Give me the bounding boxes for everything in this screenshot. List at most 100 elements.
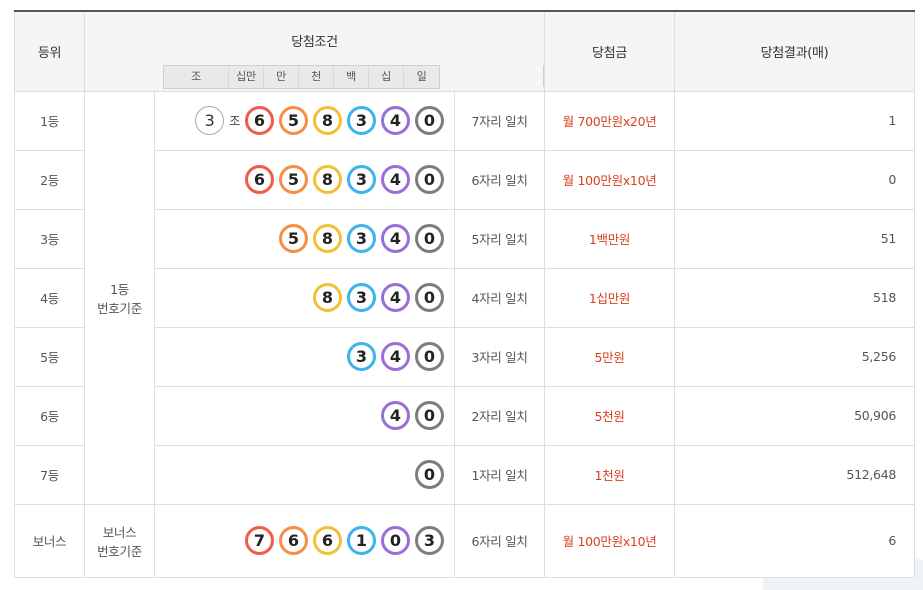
digit-label-jo: 조 bbox=[164, 66, 229, 88]
prize-cell: 1천원 bbox=[544, 444, 676, 505]
group-label-line: 1등 bbox=[110, 281, 129, 297]
group-cell-first-prize: 1등 번호기준 bbox=[84, 90, 155, 505]
number-ball: 5 bbox=[279, 106, 308, 135]
balls-cell: 766103 bbox=[154, 503, 455, 578]
number-ball: 8 bbox=[313, 224, 342, 253]
header-rank: 등위 bbox=[14, 10, 85, 92]
balls-cell: 58340 bbox=[154, 208, 455, 269]
number-ball: 1 bbox=[347, 526, 376, 555]
count-cell: 50,906 bbox=[674, 385, 916, 446]
rank-cell: 4등 bbox=[14, 267, 85, 328]
number-ball: 5 bbox=[279, 224, 308, 253]
match-cell: 2자리 일치 bbox=[453, 385, 546, 446]
match-cell: 3자리 일치 bbox=[453, 326, 546, 387]
number-ball: 3 bbox=[347, 165, 376, 194]
number-ball: 0 bbox=[415, 165, 444, 194]
number-ball: 0 bbox=[415, 106, 444, 135]
number-ball: 4 bbox=[381, 165, 410, 194]
header-prize: 당첨금 bbox=[544, 10, 676, 92]
jo-label: 조 bbox=[229, 114, 240, 128]
prize-cell: 5만원 bbox=[544, 326, 676, 387]
header-condition: 당첨조건 조 십만 만 천 백 십 일 bbox=[83, 10, 546, 92]
number-ball: 3 bbox=[415, 526, 444, 555]
count-cell: 51 bbox=[674, 208, 916, 269]
number-ball: 3 bbox=[347, 224, 376, 253]
prize-cell: 월 700만원x20년 bbox=[544, 90, 676, 151]
digit-label-hundred: 백 bbox=[334, 66, 369, 88]
count-cell: 512,648 bbox=[674, 444, 916, 505]
digit-label-hundred-thousand: 십만 bbox=[229, 66, 264, 88]
prize-cell: 월 100만원x10년 bbox=[544, 149, 676, 210]
rank-cell: 2등 bbox=[14, 149, 85, 210]
number-ball: 0 bbox=[381, 526, 410, 555]
number-ball: 3 bbox=[347, 106, 376, 135]
balls-cell: 0 bbox=[154, 444, 455, 505]
number-ball: 3 bbox=[347, 342, 376, 371]
number-ball: 4 bbox=[381, 401, 410, 430]
number-ball: 8 bbox=[313, 283, 342, 312]
number-ball: 8 bbox=[313, 165, 342, 194]
number-ball: 7 bbox=[245, 526, 274, 555]
rank-cell: 6등 bbox=[14, 385, 85, 446]
prize-cell: 1백만원 bbox=[544, 208, 676, 269]
balls-cell: 340 bbox=[154, 326, 455, 387]
number-ball: 5 bbox=[279, 165, 308, 194]
number-ball: 0 bbox=[415, 342, 444, 371]
prize-cell: 1십만원 bbox=[544, 267, 676, 328]
rank-cell: 7등 bbox=[14, 444, 85, 505]
prize-cell: 5천원 bbox=[544, 385, 676, 446]
match-cell: 6자리 일치 bbox=[453, 149, 546, 210]
digit-label-thousand: 천 bbox=[299, 66, 334, 88]
number-ball: 6 bbox=[245, 106, 274, 135]
group-label-line: 번호기준 bbox=[97, 543, 142, 559]
match-cell: 7자리 일치 bbox=[453, 90, 546, 151]
rank-cell: 1등 bbox=[14, 90, 85, 151]
balls-cell: 40 bbox=[154, 385, 455, 446]
number-ball: 6 bbox=[313, 526, 342, 555]
number-ball: 0 bbox=[415, 224, 444, 253]
balls-cell: 3조658340 bbox=[154, 90, 455, 151]
count-cell: 1 bbox=[674, 90, 916, 151]
digit-label-one: 일 bbox=[416, 70, 427, 83]
number-ball: 0 bbox=[415, 283, 444, 312]
group-cell-bonus: 보너스 번호기준 bbox=[84, 503, 155, 578]
digit-place-labels: 조 십만 만 천 백 십 일 bbox=[163, 65, 440, 89]
rank-cell: 5등 bbox=[14, 326, 85, 387]
number-ball: 0 bbox=[415, 460, 444, 489]
number-ball: 4 bbox=[381, 224, 410, 253]
number-ball: 8 bbox=[313, 106, 342, 135]
number-ball: 6 bbox=[279, 526, 308, 555]
header-condition-title: 당첨조건 bbox=[291, 35, 338, 50]
number-ball: 3 bbox=[347, 283, 376, 312]
count-cell: 6 bbox=[674, 503, 916, 578]
match-cell: 1자리 일치 bbox=[453, 444, 546, 505]
match-cell: 4자리 일치 bbox=[453, 267, 546, 328]
number-ball: 0 bbox=[415, 401, 444, 430]
balls-cell: 658340 bbox=[154, 149, 455, 210]
match-cell: 5자리 일치 bbox=[453, 208, 546, 269]
rank-cell: 보너스 bbox=[14, 503, 85, 578]
header-result: 당첨결과(매) bbox=[674, 10, 916, 92]
jo-number-ball: 3 bbox=[195, 106, 225, 135]
prize-cell: 월 100만원x10년 bbox=[544, 503, 676, 578]
table-row-bonus: 보너스 보너스 번호기준 766103 6자리 일치 월 100만원x10년 6 bbox=[14, 503, 916, 578]
table-row: 1등 1등 번호기준 3조658340 7자리 일치 월 700만원x20년 1 bbox=[14, 90, 916, 505]
balls-cell: 8340 bbox=[154, 267, 455, 328]
count-cell: 518 bbox=[674, 267, 916, 328]
number-ball: 6 bbox=[245, 165, 274, 194]
digit-label-ten-thousand: 만 bbox=[264, 66, 299, 88]
count-cell: 5,256 bbox=[674, 326, 916, 387]
table-body: 1등 1등 번호기준 3조658340 7자리 일치 월 700만원x20년 1… bbox=[14, 90, 916, 578]
winning-results-table: 등위 당첨조건 조 십만 만 천 백 십 일 당첨금 당첨결과(매) 1등 1등… bbox=[14, 10, 916, 578]
number-ball: 4 bbox=[381, 106, 410, 135]
group-label-line: 번호기준 bbox=[97, 300, 142, 316]
rank-cell: 3등 bbox=[14, 208, 85, 269]
group-label-line: 보너스 bbox=[102, 524, 137, 540]
number-ball: 4 bbox=[381, 283, 410, 312]
header-divider bbox=[543, 65, 545, 87]
number-ball: 4 bbox=[381, 342, 410, 371]
digit-label-ten: 십 bbox=[369, 66, 404, 88]
match-cell: 6자리 일치 bbox=[453, 503, 546, 578]
table-header: 등위 당첨조건 조 십만 만 천 백 십 일 당첨금 당첨결과(매) bbox=[14, 10, 916, 92]
count-cell: 0 bbox=[674, 149, 916, 210]
